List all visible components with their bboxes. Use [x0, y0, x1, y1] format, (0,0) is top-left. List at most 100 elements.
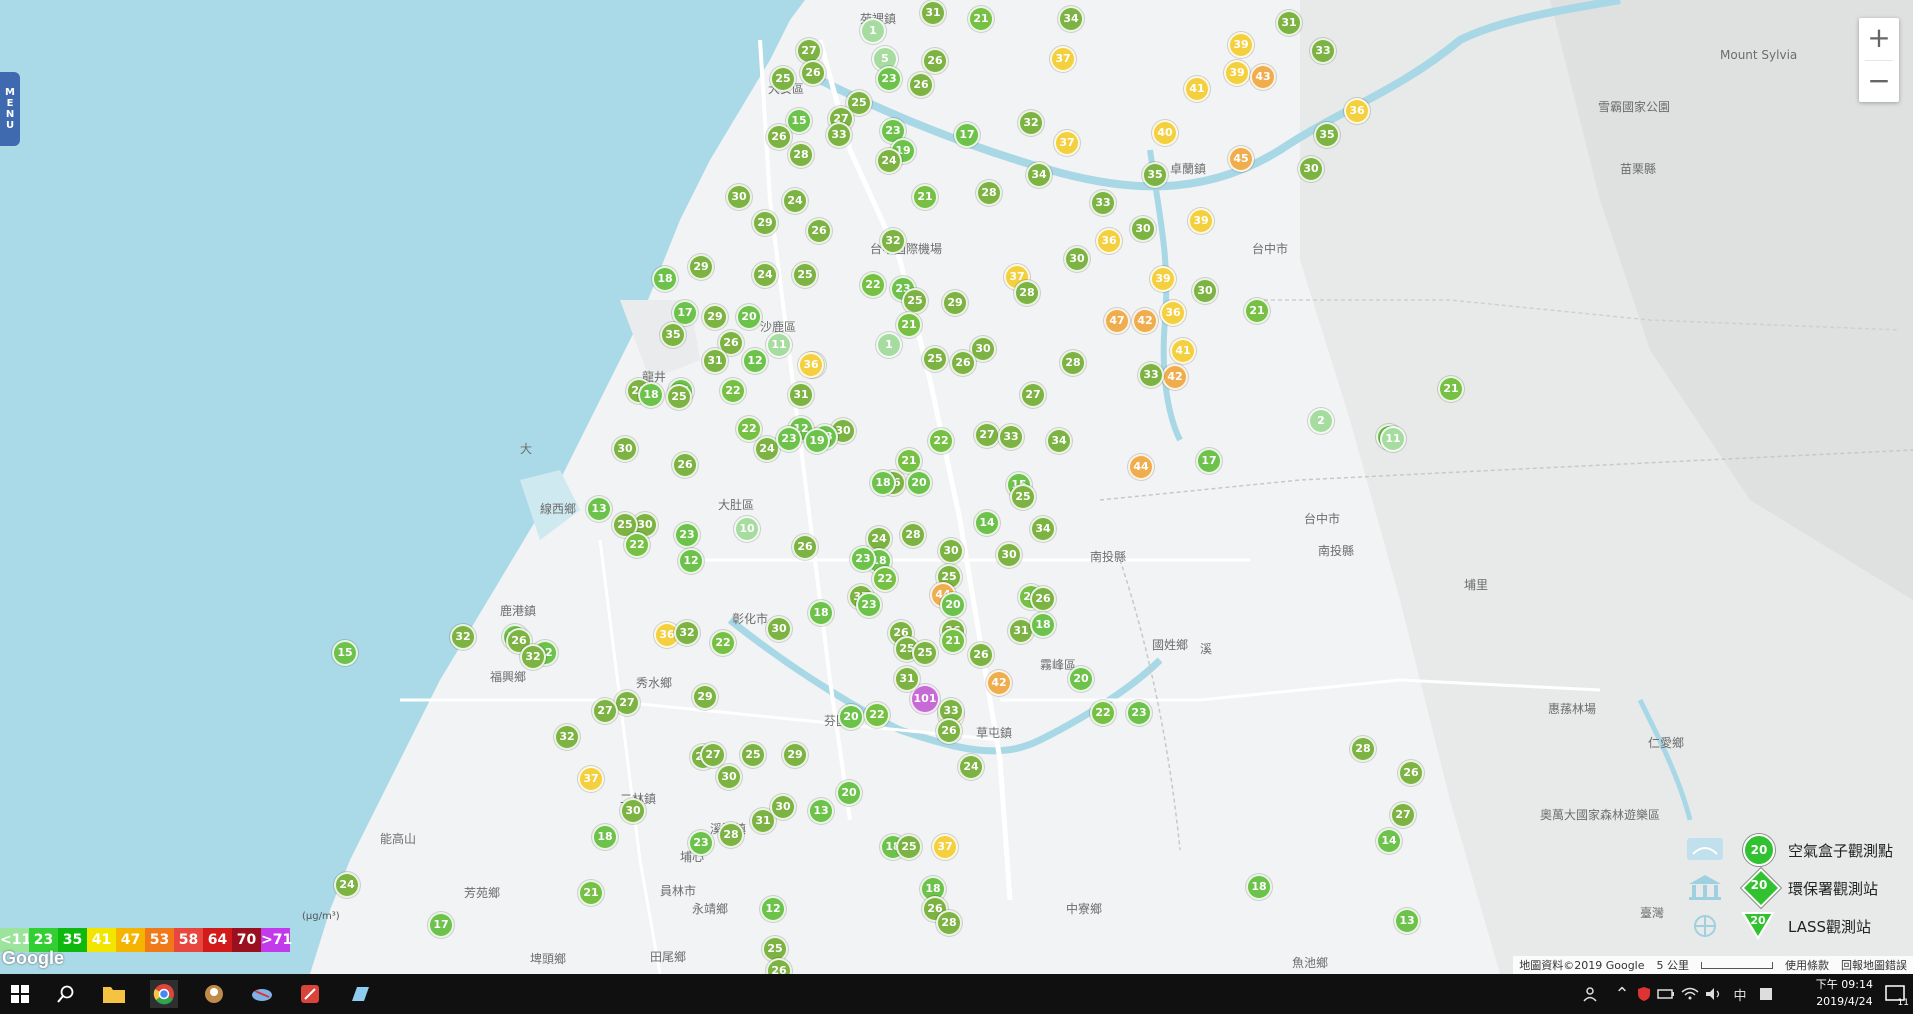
sensor-marker[interactable]: 22 — [860, 272, 886, 298]
sensor-marker[interactable]: 21 — [578, 880, 604, 906]
sensor-marker[interactable]: 39 — [1188, 208, 1214, 234]
start-button[interactable] — [6, 980, 34, 1008]
sensor-marker[interactable]: 13 — [808, 798, 834, 824]
sensor-marker[interactable]: 31 — [1276, 10, 1302, 36]
sensor-marker[interactable]: 26 — [672, 452, 698, 478]
sensor-marker[interactable]: 26 — [950, 350, 976, 376]
sensor-marker[interactable]: 18 — [870, 470, 896, 496]
file-explorer-button[interactable] — [100, 980, 128, 1008]
sensor-marker[interactable]: 11 — [766, 332, 792, 358]
sensor-marker[interactable]: 30 — [726, 184, 752, 210]
sensor-marker[interactable]: 26 — [806, 218, 832, 244]
sensor-marker[interactable]: 34 — [1030, 516, 1056, 542]
sensor-marker[interactable]: 23 — [776, 426, 802, 452]
sensor-marker[interactable]: 26 — [766, 124, 792, 150]
sensor-marker[interactable]: 42 — [986, 670, 1012, 696]
sensor-marker[interactable]: 23 — [688, 830, 714, 856]
sensor-marker[interactable]: 32 — [520, 644, 546, 670]
sensor-marker[interactable]: 23 — [674, 522, 700, 548]
sensor-marker[interactable]: 30 — [1192, 278, 1218, 304]
sensor-marker[interactable]: 42 — [1162, 364, 1188, 390]
sensor-marker[interactable]: 39 — [1224, 60, 1250, 86]
sensor-marker[interactable]: 36 — [798, 352, 824, 378]
sensor-marker[interactable]: 28 — [1350, 736, 1376, 762]
sensor-marker[interactable]: 21 — [1438, 376, 1464, 402]
sensor-marker[interactable]: 20 — [838, 704, 864, 730]
sensor-marker[interactable]: 25 — [912, 640, 938, 666]
sensor-marker[interactable]: 45 — [1228, 146, 1254, 172]
sensor-marker[interactable]: 21 — [912, 184, 938, 210]
sensor-marker[interactable]: 30 — [620, 798, 646, 824]
sensor-marker[interactable]: 28 — [1014, 280, 1040, 306]
ime-mode-button[interactable] — [1752, 980, 1780, 1008]
sensor-marker[interactable]: 18 — [652, 266, 678, 292]
sensor-marker[interactable]: 15 — [332, 640, 358, 666]
sensor-marker[interactable]: 29 — [782, 742, 808, 768]
sensor-marker[interactable]: 28 — [788, 142, 814, 168]
sensor-marker[interactable]: 25 — [770, 66, 796, 92]
sensor-marker[interactable]: 20 — [836, 780, 862, 806]
sensor-marker[interactable]: 1 — [860, 18, 886, 44]
sensor-marker[interactable]: 40 — [1152, 120, 1178, 146]
sensor-marker[interactable]: 25 — [740, 742, 766, 768]
chrome-button[interactable] — [150, 980, 178, 1008]
sensor-marker[interactable]: 22 — [872, 566, 898, 592]
sensor-marker[interactable]: 30 — [996, 542, 1022, 568]
zoom-out-button[interactable]: − — [1859, 61, 1899, 103]
sensor-marker[interactable]: 26 — [936, 718, 962, 744]
sensor-marker[interactable]: 39 — [1150, 266, 1176, 292]
sensor-marker[interactable]: 36 — [1160, 300, 1186, 326]
sensor-marker[interactable]: 22 — [1090, 700, 1116, 726]
sensor-marker[interactable]: 26 — [800, 60, 826, 86]
sensor-marker[interactable]: 21 — [896, 312, 922, 338]
zoom-in-button[interactable]: + — [1859, 18, 1899, 60]
sensor-marker[interactable]: 10 — [734, 516, 760, 542]
sensor-marker[interactable]: 36 — [1344, 98, 1370, 124]
sensor-marker[interactable]: 25 — [1010, 484, 1036, 510]
sensor-marker[interactable]: 30 — [1298, 156, 1324, 182]
sensor-marker[interactable]: 22 — [720, 378, 746, 404]
sensor-marker[interactable]: 25 — [896, 834, 922, 860]
sensor-marker[interactable]: 30 — [716, 764, 742, 790]
sensor-marker[interactable]: 20 — [1068, 666, 1094, 692]
sensor-marker[interactable]: 11 — [1380, 426, 1406, 452]
sensor-marker[interactable]: 26 — [922, 48, 948, 74]
search-button[interactable] — [52, 980, 80, 1008]
sensor-marker[interactable]: 34 — [1046, 428, 1072, 454]
taskbar-clock[interactable]: 下午 09:14 2019/4/24 — [1816, 976, 1873, 1010]
sensor-marker[interactable]: 41 — [1184, 76, 1210, 102]
sensor-marker[interactable]: 25 — [922, 346, 948, 372]
sensor-marker[interactable]: 29 — [942, 290, 968, 316]
sensor-marker[interactable]: 21 — [940, 628, 966, 654]
sensor-marker[interactable]: 17 — [1196, 448, 1222, 474]
sensor-marker[interactable]: 24 — [876, 148, 902, 174]
sensor-marker[interactable]: 27 — [974, 422, 1000, 448]
sensor-marker[interactable]: 29 — [692, 684, 718, 710]
app-button-4[interactable] — [346, 980, 374, 1008]
sensor-marker[interactable]: 23 — [850, 546, 876, 572]
menu-tab[interactable]: MENU — [0, 72, 20, 146]
sensor-marker[interactable]: 25 — [902, 288, 928, 314]
sensor-marker[interactable]: 1 — [876, 332, 902, 358]
sensor-marker[interactable]: 22 — [864, 702, 890, 728]
sensor-marker[interactable]: 13 — [1394, 908, 1420, 934]
sensor-marker[interactable]: 28 — [900, 522, 926, 548]
sensor-marker[interactable]: 20 — [906, 470, 932, 496]
sensor-marker[interactable]: 18 — [808, 600, 834, 626]
sensor-marker[interactable]: 25 — [666, 384, 692, 410]
sensor-marker[interactable]: 31 — [894, 666, 920, 692]
sensor-marker[interactable]: 42 — [1132, 308, 1158, 334]
sensor-marker[interactable]: 30 — [1130, 216, 1156, 242]
sensor-marker[interactable]: 30 — [770, 794, 796, 820]
sensor-marker[interactable]: 37 — [578, 766, 604, 792]
sensor-marker[interactable]: 37 — [932, 834, 958, 860]
map-view[interactable]: 苑裡鎮大安區卓蘭鎮台中市雪霸國家公園苗栗縣Mount Sylvia台中國際機場沙… — [0, 0, 1913, 974]
sensor-marker[interactable]: 27 — [1390, 802, 1416, 828]
terms-link[interactable]: 使用條款 — [1785, 957, 1829, 973]
sensor-marker[interactable]: 47 — [1104, 308, 1130, 334]
sensor-marker[interactable]: 12 — [678, 548, 704, 574]
sensor-marker[interactable]: 30 — [938, 538, 964, 564]
sensor-marker[interactable]: 32 — [1018, 110, 1044, 136]
sensor-marker[interactable]: 32 — [880, 228, 906, 254]
sensor-marker[interactable]: 35 — [1314, 122, 1340, 148]
